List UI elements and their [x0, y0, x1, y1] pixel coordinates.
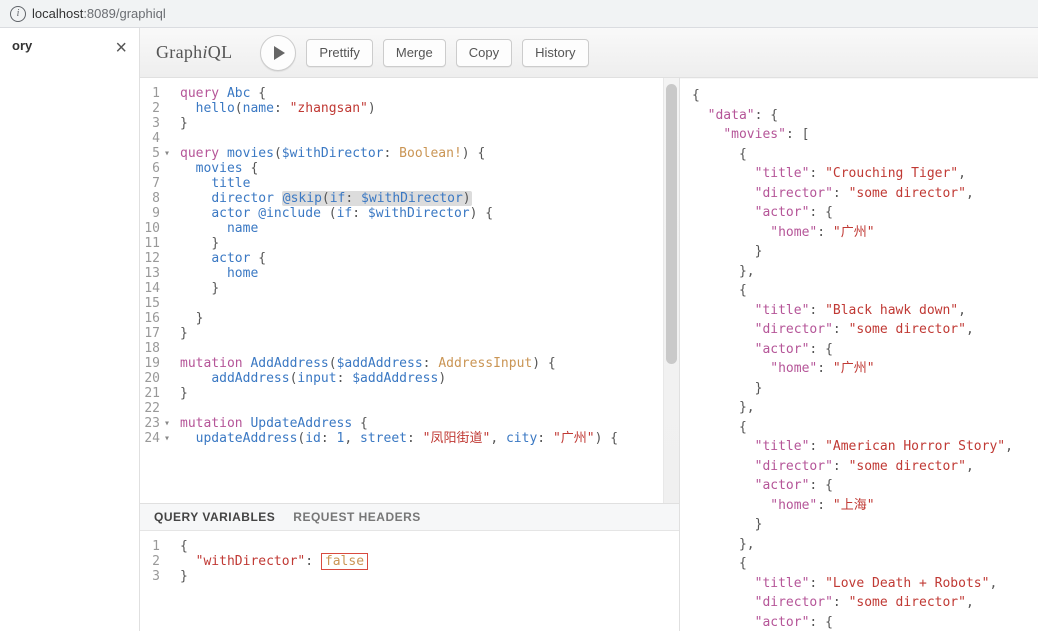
editor-left-pane: 12345▾67891011121314151617181920212223▾2…: [140, 78, 680, 631]
scrollbar[interactable]: [663, 78, 679, 503]
scrollbar-thumb[interactable]: [666, 84, 677, 364]
query-editor[interactable]: 12345▾67891011121314151617181920212223▾2…: [140, 78, 679, 503]
graphiql-logo: GraphiQL: [156, 42, 232, 63]
tab-query-variables[interactable]: QUERY VARIABLES: [154, 510, 275, 524]
toolbar: GraphiQL Prettify Merge Copy History: [140, 28, 1038, 78]
history-panel: ory ×: [0, 28, 140, 631]
history-button[interactable]: History: [522, 39, 588, 67]
merge-button[interactable]: Merge: [383, 39, 446, 67]
page-url[interactable]: localhost:8089/graphiql: [32, 6, 166, 21]
prettify-button[interactable]: Prettify: [306, 39, 372, 67]
tab-request-headers[interactable]: REQUEST HEADERS: [293, 510, 421, 524]
code-lines[interactable]: query Abc { hello(name: "zhangsan") } qu…: [168, 78, 618, 454]
close-icon[interactable]: ×: [115, 38, 127, 58]
line-gutter: 12345▾67891011121314151617181920212223▾2…: [140, 78, 168, 454]
variables-section: QUERY VARIABLES REQUEST HEADERS 123 { "w…: [140, 503, 679, 631]
history-title: ory: [12, 38, 32, 53]
result-viewer[interactable]: { "data": { "movies": [ { "title": "Crou…: [680, 78, 1038, 631]
browser-address-bar: i localhost:8089/graphiql: [0, 0, 1038, 28]
graphiql-app: GraphiQL Prettify Merge Copy History 123…: [140, 28, 1038, 631]
info-icon: i: [10, 6, 26, 22]
variables-editor[interactable]: 123 { "withDirector": false }: [140, 531, 679, 631]
copy-button[interactable]: Copy: [456, 39, 512, 67]
execute-button[interactable]: [260, 35, 296, 71]
play-icon: [274, 46, 285, 60]
